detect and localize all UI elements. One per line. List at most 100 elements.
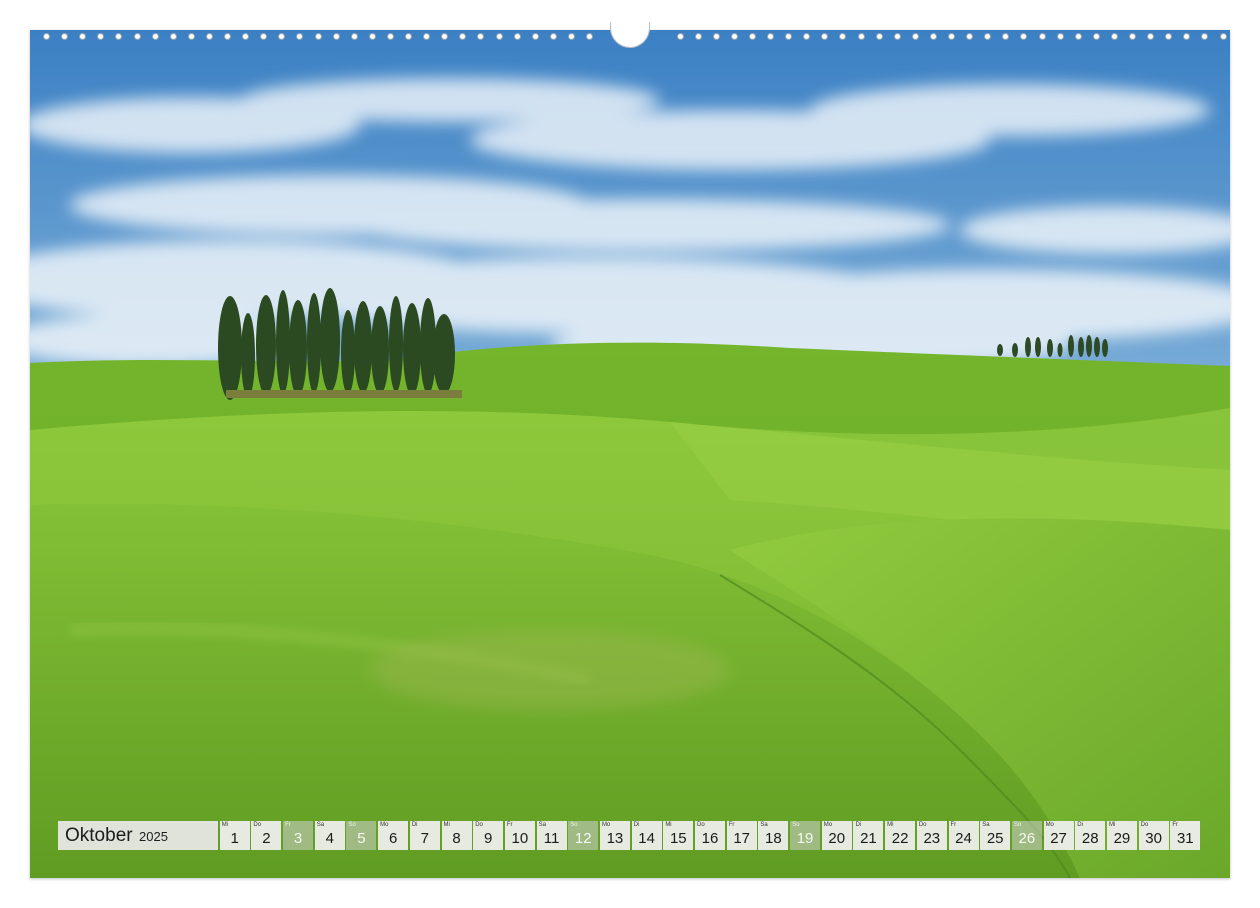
- weekday-label: So: [1013, 822, 1022, 828]
- day-number: 21: [860, 830, 877, 847]
- day-cell: Mi 22: [885, 821, 916, 850]
- binding-hole: [1129, 33, 1136, 40]
- binding-hole: [296, 33, 304, 40]
- landscape-photo: [30, 30, 1230, 878]
- day-cell: Fr 17: [726, 821, 757, 850]
- weekday-label: So: [348, 822, 356, 828]
- month-name: Oktober: [65, 825, 133, 846]
- binding-hole: [332, 33, 340, 40]
- binding-hole: [1201, 33, 1209, 40]
- binding-hole: [133, 33, 141, 40]
- weekday-label: Do: [918, 822, 927, 828]
- weekday-label: Sa: [982, 822, 990, 828]
- day-number: 11: [543, 830, 560, 847]
- day-cell: Do 30: [1138, 821, 1169, 850]
- binding-hole: [97, 33, 105, 40]
- weekday-label: Fr: [950, 822, 957, 828]
- binding-hole: [1183, 33, 1191, 40]
- binding-hole: [1147, 33, 1155, 40]
- day-cell: Di 28: [1075, 821, 1106, 850]
- binding-hole: [1165, 33, 1173, 40]
- binding-hole: [821, 33, 829, 40]
- day-number: 19: [796, 830, 814, 847]
- binding-hole: [79, 33, 87, 40]
- day-cell: Di 7: [409, 821, 440, 850]
- day-cells: Mi 1 Do 2 Fr 3 Sa 4 So 5 Mo 6 Di 7 Mi 8 Do 9 Fr 10 Sa 11 So 12 M…: [219, 821, 1201, 850]
- weekday-label: Sa: [316, 822, 325, 828]
- weekday-label: Fr: [1172, 822, 1178, 828]
- binding-hole: [929, 33, 937, 40]
- day-cell: Do 9: [473, 821, 504, 850]
- day-cell: Di 14: [631, 821, 662, 850]
- weekday-label: Sa: [760, 822, 768, 828]
- binding-hole: [1056, 33, 1064, 40]
- day-number: 17: [733, 830, 751, 847]
- binding-hole: [875, 33, 883, 40]
- binding-hole: [712, 33, 720, 40]
- binding-hole: [205, 33, 213, 40]
- day-cell: Do 23: [916, 821, 947, 850]
- day-number: 12: [574, 830, 592, 847]
- binding-hole: [676, 33, 684, 40]
- weekday-label: Mo: [823, 822, 833, 828]
- day-cell: Mo 20: [821, 821, 852, 850]
- binding-hole: [115, 33, 123, 40]
- binding-hole: [531, 33, 539, 40]
- binding-hole: [857, 33, 865, 40]
- binding-hole: [61, 33, 69, 40]
- day-number: 22: [891, 830, 909, 847]
- day-cell: Mi 29: [1106, 821, 1137, 850]
- binding-hole: [495, 33, 503, 40]
- binding-hole: [839, 33, 847, 40]
- calendar-sheet: [30, 30, 1230, 878]
- day-number: 28: [1081, 830, 1099, 847]
- binding-hole: [423, 33, 431, 40]
- binding-hole: [441, 33, 449, 40]
- day-number: 26: [1018, 830, 1036, 847]
- binding-hole: [1110, 33, 1118, 40]
- day-number: 4: [325, 830, 334, 847]
- binding-hole: [567, 33, 575, 40]
- binding-hole: [966, 33, 974, 40]
- day-number: 6: [388, 830, 398, 847]
- day-number: 14: [638, 830, 655, 847]
- weekday-label: Do: [697, 822, 705, 828]
- binding-hole: [187, 33, 195, 40]
- day-number: 2: [262, 830, 271, 847]
- calendar-bar: Oktober 2025 Mi 1 Do 2 Fr 3 Sa 4 So 5 Mo 6 Di 7 Mi 8 Do 9…: [58, 821, 1201, 850]
- binding-hole: [785, 33, 793, 40]
- binding-hole: [1038, 33, 1046, 40]
- binding-hole: [1219, 33, 1227, 40]
- day-cell: Mi 1: [219, 821, 250, 850]
- weekday-label: Fr: [285, 822, 291, 828]
- day-number: 7: [420, 830, 429, 847]
- weekday-label: Mi: [443, 822, 450, 828]
- weekday-label: Di: [633, 822, 640, 828]
- day-number: 5: [357, 830, 366, 847]
- day-number: 23: [923, 830, 941, 847]
- weekday-label: Di: [411, 822, 418, 828]
- binding-hole: [350, 33, 358, 40]
- day-number: 18: [765, 830, 782, 847]
- weekday-label: Mi: [887, 822, 894, 828]
- day-number: 13: [606, 830, 624, 847]
- weekday-label: Do: [1140, 822, 1149, 828]
- day-number: 1: [230, 830, 239, 847]
- binding-hole: [278, 33, 286, 40]
- binding-hole: [368, 33, 376, 40]
- weekday-label: So: [792, 822, 800, 828]
- weekday-label: Fr: [728, 822, 735, 828]
- binding-hole: [803, 33, 811, 40]
- binding-hole: [459, 33, 467, 40]
- day-cell: Mi 15: [663, 821, 694, 850]
- binding-hole: [948, 33, 955, 40]
- binding-hole: [405, 33, 412, 40]
- binding-hole: [513, 33, 521, 40]
- day-number: 15: [669, 830, 687, 847]
- weekday-label: Mo: [380, 822, 389, 828]
- binding-hole: [314, 33, 322, 40]
- binding-hole: [242, 33, 250, 40]
- weekday-label: So: [570, 822, 578, 828]
- binding-hole: [911, 33, 919, 40]
- binding-hole: [694, 33, 702, 40]
